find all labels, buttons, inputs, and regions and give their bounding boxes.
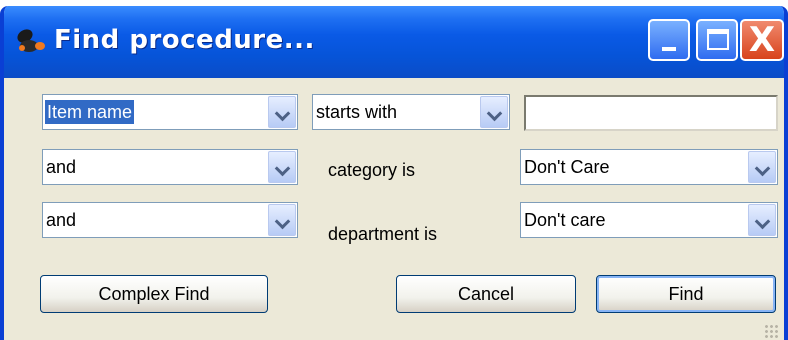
resize-grip[interactable] [764, 324, 778, 338]
connector-select-3-value: and [46, 210, 77, 230]
chevron-down-icon[interactable] [748, 151, 776, 183]
connector-select-2-value: and [46, 157, 77, 177]
connector-select-2[interactable]: and [42, 149, 298, 185]
department-label: department is [328, 224, 438, 244]
pills-icon [17, 29, 45, 52]
search-text-input[interactable] [524, 95, 778, 131]
operator-select[interactable]: starts with [312, 94, 510, 130]
find-procedure-dialog: Find procedure... X Item name starts wit… [0, 6, 788, 340]
cancel-button[interactable]: Cancel [396, 275, 576, 313]
department-select-value: Don't care [524, 210, 606, 230]
field-select-value: Item name [45, 100, 135, 124]
maximize-button[interactable] [696, 19, 738, 61]
category-select[interactable]: Don't Care [520, 149, 778, 185]
chevron-down-icon[interactable] [268, 96, 296, 128]
title-bar[interactable]: Find procedure... X [4, 6, 784, 78]
connector-select-3[interactable]: and [42, 202, 298, 238]
chevron-down-icon[interactable] [268, 204, 296, 236]
minimize-icon [662, 47, 676, 51]
complex-find-button[interactable]: Complex Find [40, 275, 268, 313]
close-button[interactable]: X [740, 19, 784, 61]
category-label: category is [328, 160, 416, 180]
close-icon: X [748, 20, 776, 60]
category-select-value: Don't Care [524, 157, 610, 177]
minimize-button[interactable] [648, 19, 690, 61]
department-select[interactable]: Don't care [520, 202, 778, 238]
chevron-down-icon[interactable] [480, 96, 508, 128]
chevron-down-icon[interactable] [268, 151, 296, 183]
window-title: Find procedure... [54, 25, 315, 55]
find-button[interactable]: Find [596, 275, 776, 313]
operator-select-value: starts with [316, 102, 398, 122]
maximize-icon [707, 29, 729, 50]
chevron-down-icon[interactable] [748, 204, 776, 236]
field-select[interactable]: Item name [42, 94, 298, 130]
